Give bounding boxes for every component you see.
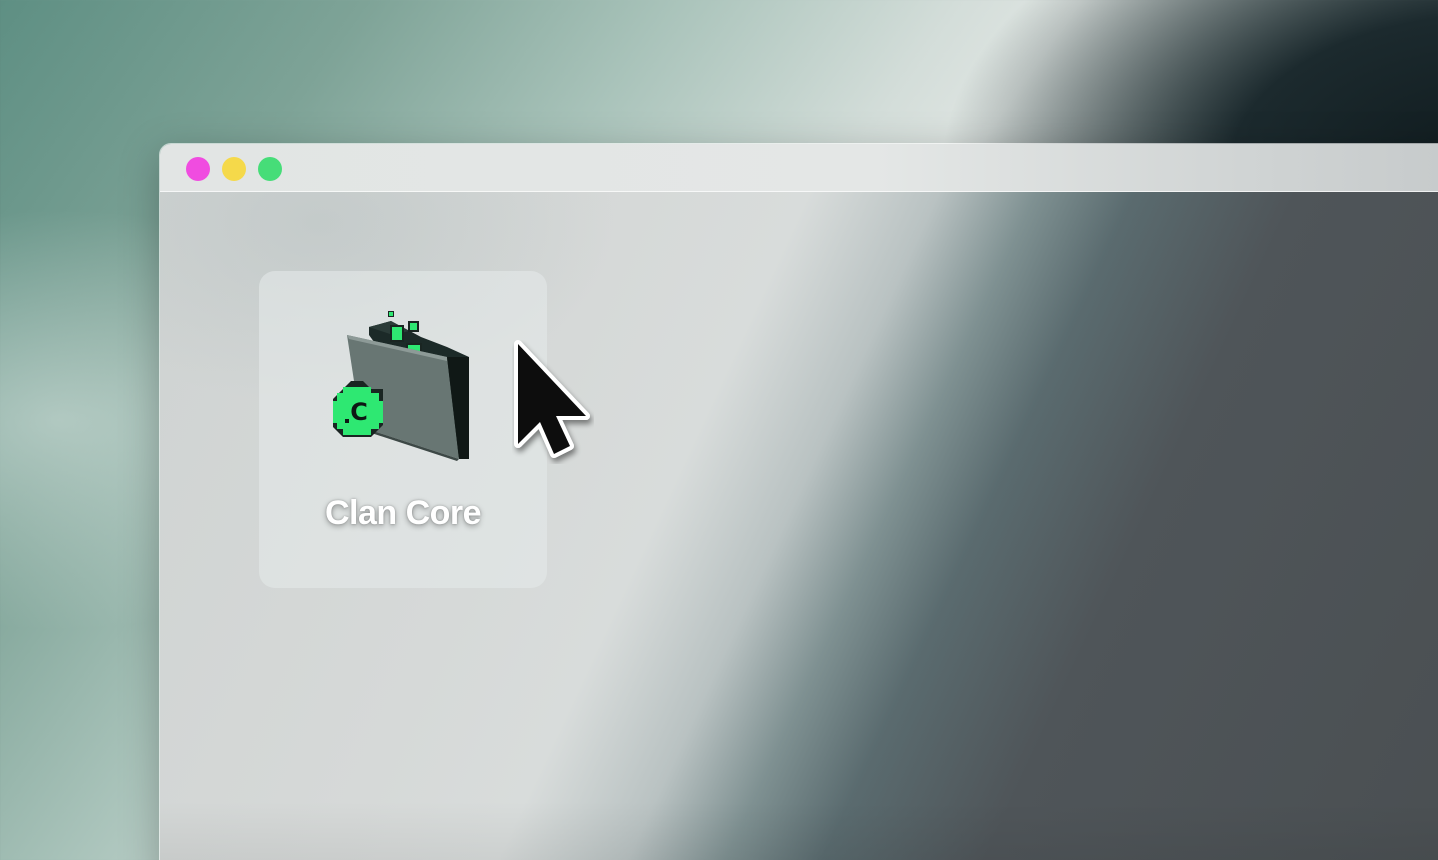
clan-folder-icon: C bbox=[333, 311, 469, 461]
window-titlebar[interactable] bbox=[160, 144, 1438, 192]
clan-core-folder[interactable]: C Clan Core bbox=[259, 271, 547, 588]
window-content: C Clan Core bbox=[160, 192, 1438, 860]
minimize-window-button[interactable] bbox=[222, 157, 246, 181]
folder-label: Clan Core bbox=[324, 494, 482, 532]
clan-badge-icon: C bbox=[333, 381, 383, 437]
svg-text:C: C bbox=[350, 398, 368, 426]
maximize-window-button[interactable] bbox=[258, 157, 282, 181]
app-window: C Clan Core bbox=[159, 143, 1438, 860]
close-window-button[interactable] bbox=[186, 157, 210, 181]
